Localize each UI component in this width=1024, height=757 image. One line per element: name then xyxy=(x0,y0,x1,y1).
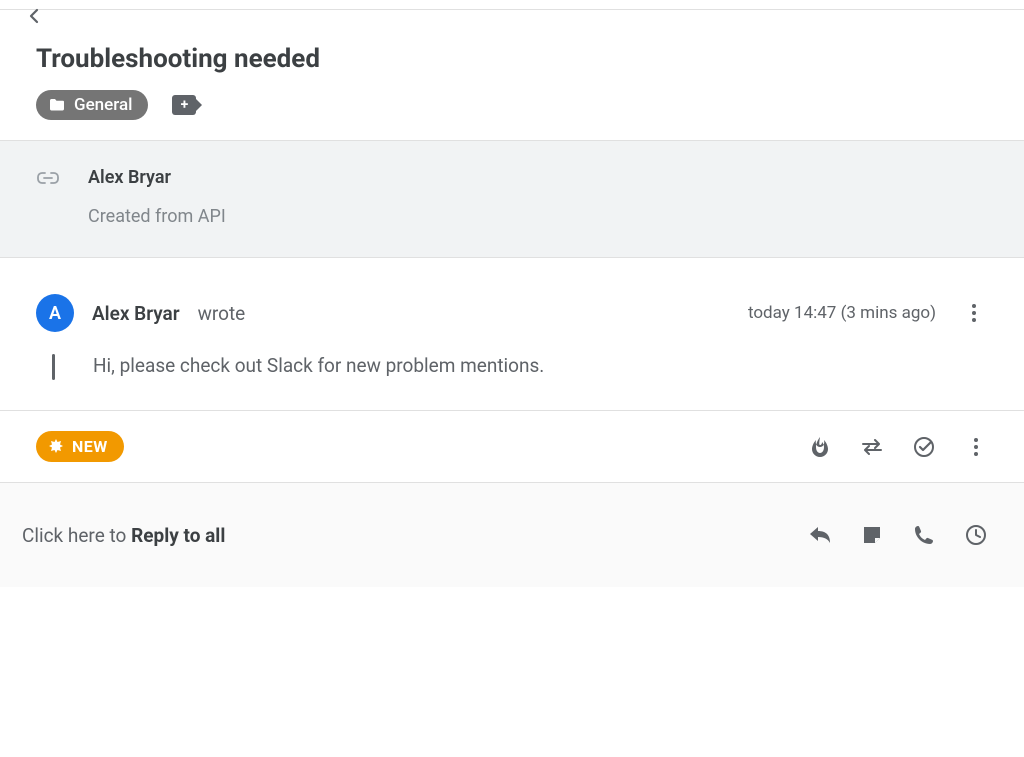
origin-author: Alex Bryar xyxy=(88,167,171,188)
check-circle-icon xyxy=(913,436,935,458)
kebab-icon xyxy=(974,438,978,456)
reply-icon xyxy=(809,526,831,544)
burst-icon xyxy=(48,439,64,455)
reply-row: Click here to Reply to all xyxy=(0,483,1024,587)
status-badge-new[interactable]: NEW xyxy=(36,431,124,462)
ticket-header: Troubleshooting needed General + xyxy=(0,10,1024,141)
message-author: Alex Bryar xyxy=(92,302,180,325)
folder-icon xyxy=(48,96,66,114)
kebab-icon xyxy=(972,304,976,322)
origin-block: Alex Bryar Created from API xyxy=(0,141,1024,258)
note-button[interactable] xyxy=(860,523,884,547)
message-more-button[interactable] xyxy=(960,299,988,327)
category-chip-label: General xyxy=(74,95,132,115)
note-icon xyxy=(862,525,882,545)
reply-button[interactable] xyxy=(808,523,832,547)
chevron-left-icon xyxy=(29,8,39,24)
resolve-button[interactable] xyxy=(912,435,936,459)
message-timestamp: today 14:47 (3 mins ago) xyxy=(748,303,936,323)
message-body: Hi, please check out Slack for new probl… xyxy=(93,354,544,377)
back-button[interactable] xyxy=(24,6,44,26)
status-badge-label: NEW xyxy=(72,437,108,456)
transfer-button[interactable] xyxy=(860,435,884,459)
quote-bar xyxy=(52,354,55,380)
origin-description: Created from API xyxy=(88,206,988,227)
avatar: A xyxy=(36,294,74,332)
swap-icon xyxy=(861,439,883,455)
status-row: NEW xyxy=(0,411,1024,483)
flame-icon xyxy=(812,437,828,457)
clock-icon xyxy=(965,524,987,546)
link-icon xyxy=(36,172,60,184)
actions-more-button[interactable] xyxy=(964,435,988,459)
reply-prompt-bold: Reply to all xyxy=(131,524,225,547)
schedule-button[interactable] xyxy=(964,523,988,547)
call-button[interactable] xyxy=(912,523,936,547)
reply-prompt[interactable]: Click here to Reply to all xyxy=(22,524,225,547)
phone-icon xyxy=(914,525,934,545)
category-chip-general[interactable]: General xyxy=(36,90,148,120)
page-title: Troubleshooting needed xyxy=(36,44,988,74)
priority-button[interactable] xyxy=(808,435,832,459)
message-verb: wrote xyxy=(198,302,246,325)
reply-prompt-prefix: Click here to xyxy=(22,524,131,547)
message-block: A Alex Bryar wrote today 14:47 (3 mins a… xyxy=(0,258,1024,411)
plus-icon: + xyxy=(181,97,189,113)
add-tag-button[interactable]: + xyxy=(172,95,196,115)
